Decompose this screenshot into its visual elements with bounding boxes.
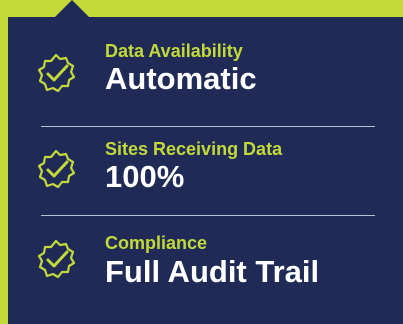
feature-value: Automatic xyxy=(105,61,257,96)
check-badge-icon xyxy=(37,239,76,279)
divider xyxy=(41,215,375,216)
check-badge-icon xyxy=(37,149,76,189)
feature-item-data-availability: Data Availability Automatic xyxy=(8,41,403,121)
feature-item-sites-receiving-data: Sites Receiving Data 100% xyxy=(8,139,403,219)
feature-label: Compliance xyxy=(105,233,208,253)
feature-card-frame: Data Availability Automatic Sites Receiv… xyxy=(0,0,403,324)
check-badge-icon xyxy=(37,53,76,93)
divider xyxy=(41,126,375,127)
features-panel: Data Availability Automatic Sites Receiv… xyxy=(8,17,403,324)
feature-label: Data Availability xyxy=(105,41,243,61)
feature-value: 100% xyxy=(105,159,185,194)
feature-item-compliance: Compliance Full Audit Trail xyxy=(8,229,403,319)
feature-label: Sites Receiving Data xyxy=(105,139,283,159)
pointer-notch xyxy=(54,0,90,18)
feature-value: Full Audit Trail xyxy=(105,254,320,289)
